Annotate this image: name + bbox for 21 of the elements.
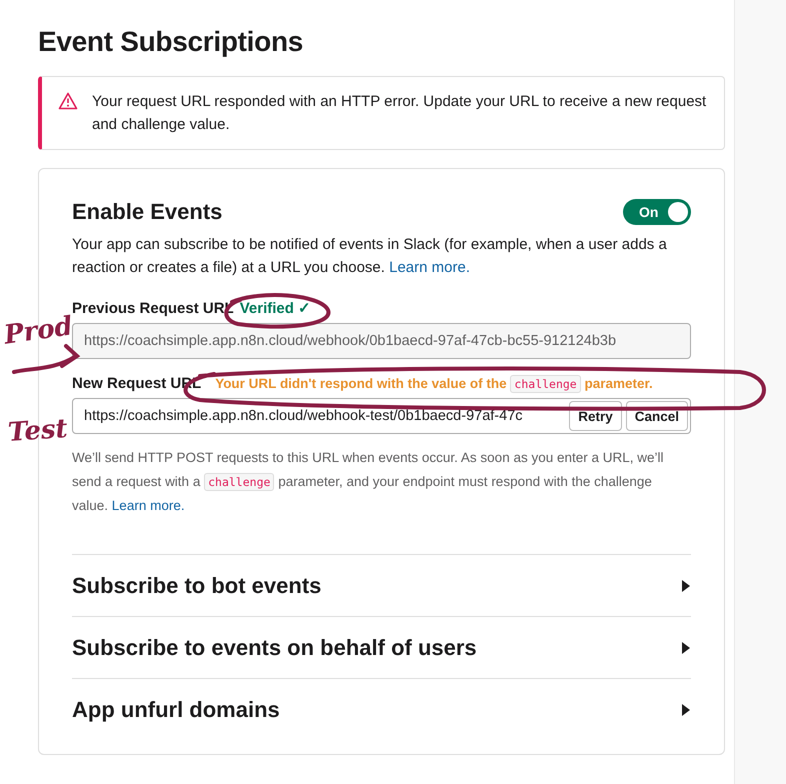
caret-icon[interactable] [681,704,691,716]
help-text: We’ll send HTTP POST requests to this URL when events occur. As soon as you enter a URL, we’ll send a request with a challenge parameter, and your endpoint must respond with the challenge value. Learn more. [72,449,665,515]
caret-icon[interactable] [681,642,691,654]
section-title[interactable]: Subscribe to bot events [72,572,322,598]
description-text: Your app can subscribe to be notified of events in Slack (for example, when a user adds a reaction or creates a file) at a URL you choose. Learn more. [72,235,668,278]
new-url-field[interactable]: https://coachsimple.app.n8n.cloud/webhook-test/0b1baecd-97af-47c Retry Cancel [72,398,691,434]
warning-icon [58,92,78,110]
handwritten-note: Test [7,414,69,448]
page-title: Event Subscriptions [38,26,304,58]
learn-more-link[interactable]: Learn more. [112,498,185,513]
annotation-arrow [12,344,80,374]
section-title[interactable]: App unfurl domains [72,696,280,722]
toggle-switch[interactable]: On [623,199,691,225]
learn-more-link[interactable]: Learn more. [389,259,470,276]
verified-status: Verified ✓ [240,299,312,317]
previous-url-field[interactable]: https://coachsimple.app.n8n.cloud/webhook/0b1baecd-97af-47cb-bc55-912124b3b [72,323,691,359]
alert-message: Your request URL responded with an HTTP error. Update your URL to receive a new request and challenge value. [92,92,708,135]
error-message: Your URL didn't respond with the value of the challenge parameter. [215,376,653,391]
section-heading: Enable Events [72,199,222,225]
section-title[interactable]: Subscribe to events on behalf of users [72,634,477,660]
caret-icon[interactable] [681,580,691,592]
